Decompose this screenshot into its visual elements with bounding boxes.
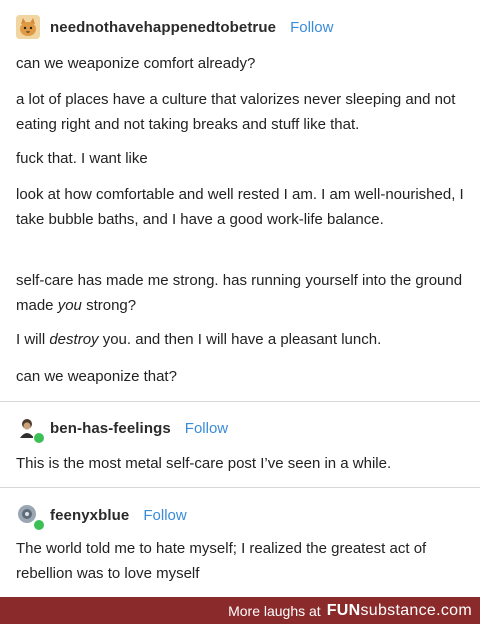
cat-avatar-icon[interactable] xyxy=(16,15,40,39)
text-segment: I will xyxy=(16,331,46,348)
follow-button[interactable]: Follow xyxy=(143,507,186,524)
reblog-icon xyxy=(33,432,45,444)
post-header: ben-has-feelings Follow xyxy=(16,413,228,444)
follow-button[interactable]: Follow xyxy=(185,420,228,437)
post-text: The world told me to hate myself; I real… xyxy=(16,540,427,582)
watermark-footer: More laughs at FUN substance.com xyxy=(0,597,480,624)
brand-logo-bold[interactable]: FUN xyxy=(327,602,361,620)
emphasis-text: destroy xyxy=(49,331,99,348)
follow-button[interactable]: Follow xyxy=(290,19,333,36)
post-text: can we weaponize that? xyxy=(16,368,177,385)
text-segment: self-care has made me strong. has runnin… xyxy=(16,272,463,314)
post-text: can we weaponize comfort already? xyxy=(16,55,256,72)
brand-logo-light[interactable]: substance.com xyxy=(360,602,472,620)
text-segment: strong? xyxy=(86,297,137,314)
footer-text: More laughs at xyxy=(228,602,321,619)
post-text: look at how comfortable and well rested … xyxy=(16,186,464,228)
post-text: fuck that. I want like xyxy=(16,150,148,167)
post-header: feenyxblue Follow xyxy=(16,500,187,531)
gear-avatar-icon[interactable] xyxy=(16,503,45,531)
username[interactable]: ben-has-feelings xyxy=(50,420,171,437)
post-header: neednothavehappenedtobetrue Follow xyxy=(16,12,333,42)
username[interactable]: neednothavehappenedtobetrue xyxy=(50,19,276,36)
emphasis-text: you xyxy=(57,297,82,314)
divider xyxy=(0,487,480,488)
divider xyxy=(0,401,480,402)
post-text: self-care has made me strong. has runnin… xyxy=(16,268,466,318)
username[interactable]: feenyxblue xyxy=(50,507,129,524)
post-text: This is the most metal self-care post I’… xyxy=(16,455,392,472)
reblog-icon xyxy=(33,519,45,531)
person-avatar-icon[interactable] xyxy=(16,416,45,444)
post-text: a lot of places have a culture that valo… xyxy=(16,91,456,133)
post-text: I will destroy you. and then I will have… xyxy=(16,327,466,352)
text-segment: you. and then I will have a pleasant lun… xyxy=(102,331,382,348)
